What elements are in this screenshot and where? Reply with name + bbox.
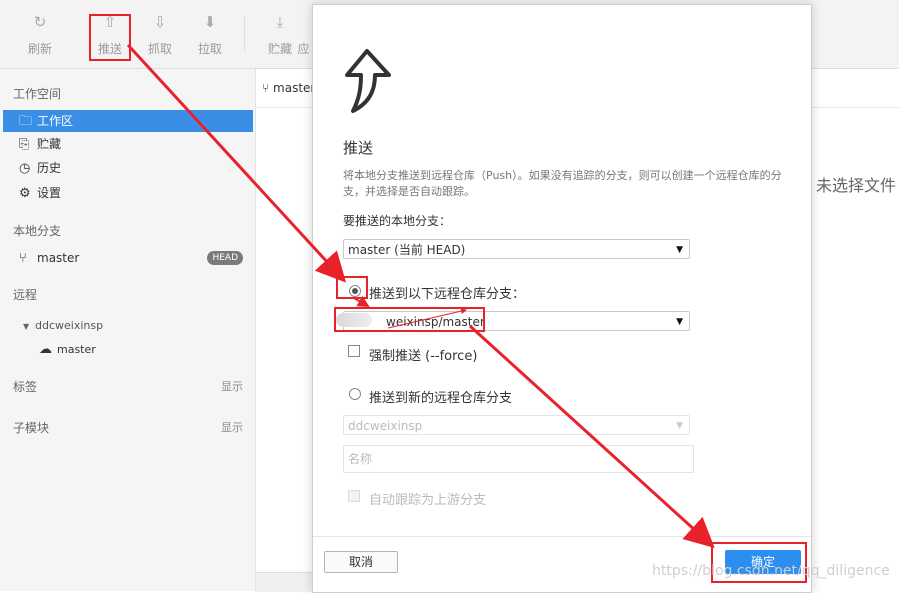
submodules-show-toggle[interactable]: 显示: [221, 419, 243, 435]
push-existing-label: 推送到以下远程仓库分支：: [369, 287, 526, 302]
cancel-button[interactable]: 取消: [324, 551, 398, 573]
auto-track-label: 自动跟踪为上游分支: [369, 493, 487, 508]
tags-show-toggle[interactable]: 显示: [221, 378, 243, 394]
push-dialog: 推送 将本地分支推送到远程仓库（Push）。如果没有追踪的分支，则可以创建一个远…: [312, 4, 812, 593]
dropdown-arrow-icon: ▼: [676, 421, 683, 431]
folder-icon: 🗀: [19, 114, 33, 129]
pull-icon: ⬇: [203, 13, 217, 31]
sidebar-item-settings[interactable]: ⚙ 设置: [3, 182, 253, 204]
fetch-icon: ⇩: [153, 13, 167, 31]
submodules-header: 子模块: [13, 421, 50, 435]
dialog-description: 将本地分支推送到远程仓库（Push）。如果没有追踪的分支，则可以创建一个远程仓库…: [343, 169, 782, 198]
branch-icon: ⑂: [262, 81, 270, 95]
bottom-bar: [256, 572, 316, 592]
apply-stash-button[interactable]: 应: [295, 12, 312, 60]
local-branch-master[interactable]: ⑂ master HEAD: [3, 247, 253, 269]
history-icon: ◷: [19, 161, 31, 176]
fetch-button[interactable]: ⇩ 抓取: [135, 12, 185, 60]
stash-icon: ⎘: [19, 137, 30, 152]
branch-icon: ⑂: [19, 251, 27, 266]
annotation-box-push: [89, 14, 131, 61]
annotation-box-radio: [336, 276, 368, 299]
watermark: https://blog.csdn.net/qq_diligence: [652, 563, 890, 579]
local-branch-select[interactable]: master (当前 HEAD) ▼: [343, 239, 690, 259]
refresh-icon: ↻: [33, 13, 47, 31]
new-remote-select[interactable]: ddcweixinsp ▼: [343, 415, 690, 435]
apply-icon: [295, 12, 312, 32]
push-new-label: 推送到新的远程仓库分支: [369, 391, 513, 406]
gear-icon: ⚙: [19, 186, 31, 201]
sidebar-item-stash[interactable]: ⎘ 贮藏: [3, 133, 253, 155]
tags-header: 标签: [13, 380, 38, 394]
refresh-button[interactable]: ↻ 刷新: [15, 12, 65, 60]
remote-ddcweixinsp[interactable]: ▼ ddcweixinsp: [3, 314, 253, 336]
sidebar-item-history[interactable]: ◷ 历史: [3, 157, 253, 179]
local-branch-label: 要推送的本地分支：: [343, 214, 452, 228]
cloud-branch-icon: ☁: [39, 342, 52, 357]
pull-button[interactable]: ⬇ 拉取: [185, 12, 235, 60]
head-badge: HEAD: [207, 251, 243, 265]
no-file-selected-message: 未选择文件: [816, 176, 897, 195]
sidebar-item-workspace[interactable]: 🗀 工作区: [3, 110, 253, 132]
push-new-radio[interactable]: [349, 388, 361, 400]
annotation-box-remote-branch: [334, 307, 485, 332]
dropdown-arrow-icon: ▼: [676, 245, 683, 255]
dialog-title: 推送: [343, 139, 374, 157]
push-arrow-icon: [345, 49, 391, 113]
force-push-checkbox[interactable]: [348, 345, 360, 357]
remotes-header: 远程: [13, 288, 38, 302]
local-branches-header: 本地分支: [13, 224, 62, 238]
dialog-footer-divider: [313, 536, 811, 537]
branch-name-input[interactable]: 名称: [343, 445, 694, 473]
sidebar: 工作空间 🗀 工作区 ⎘ 贮藏 ◷ 历史 ⚙ 设置 本地分支 ⑂ master HEAD …: [0, 69, 256, 591]
tab-master[interactable]: ⑂ master: [262, 81, 315, 95]
toolbar-divider: [244, 16, 245, 52]
force-push-label: 强制推送 (--force): [369, 349, 478, 364]
auto-track-checkbox[interactable]: [348, 490, 360, 502]
remote-branch-master[interactable]: ☁ master: [3, 338, 253, 360]
chevron-down-icon: ▼: [23, 322, 30, 331]
dropdown-arrow-icon: ▼: [676, 317, 683, 327]
workspace-header: 工作空间: [13, 87, 62, 101]
